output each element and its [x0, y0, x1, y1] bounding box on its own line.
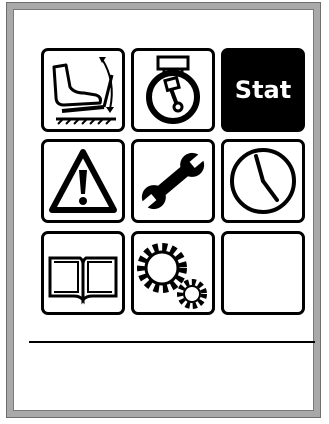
gears-icon — [137, 243, 207, 309]
stat-label: Stat — [234, 76, 292, 104]
clock-tile[interactable] — [221, 139, 305, 223]
empty-slot-tile[interactable] — [221, 231, 305, 315]
manual-book-icon — [48, 256, 118, 305]
display-screen: Stat — [13, 9, 315, 411]
clock-icon — [230, 148, 296, 214]
device-frame: Stat — [6, 2, 321, 418]
divider — [29, 341, 315, 343]
warning-icon — [49, 149, 117, 213]
service-tile[interactable] — [131, 139, 215, 223]
settings-tile[interactable] — [131, 231, 215, 315]
foot-pedal-icon — [52, 57, 116, 125]
engine-lift-icon — [146, 55, 200, 124]
manual-tile[interactable] — [41, 231, 125, 315]
pedal-settings-tile[interactable] — [41, 48, 125, 132]
warnings-tile[interactable] — [41, 139, 125, 223]
wrench-icon — [140, 152, 206, 210]
stat-tile[interactable]: Stat — [221, 48, 305, 132]
engine-lift-tile[interactable] — [131, 48, 215, 132]
